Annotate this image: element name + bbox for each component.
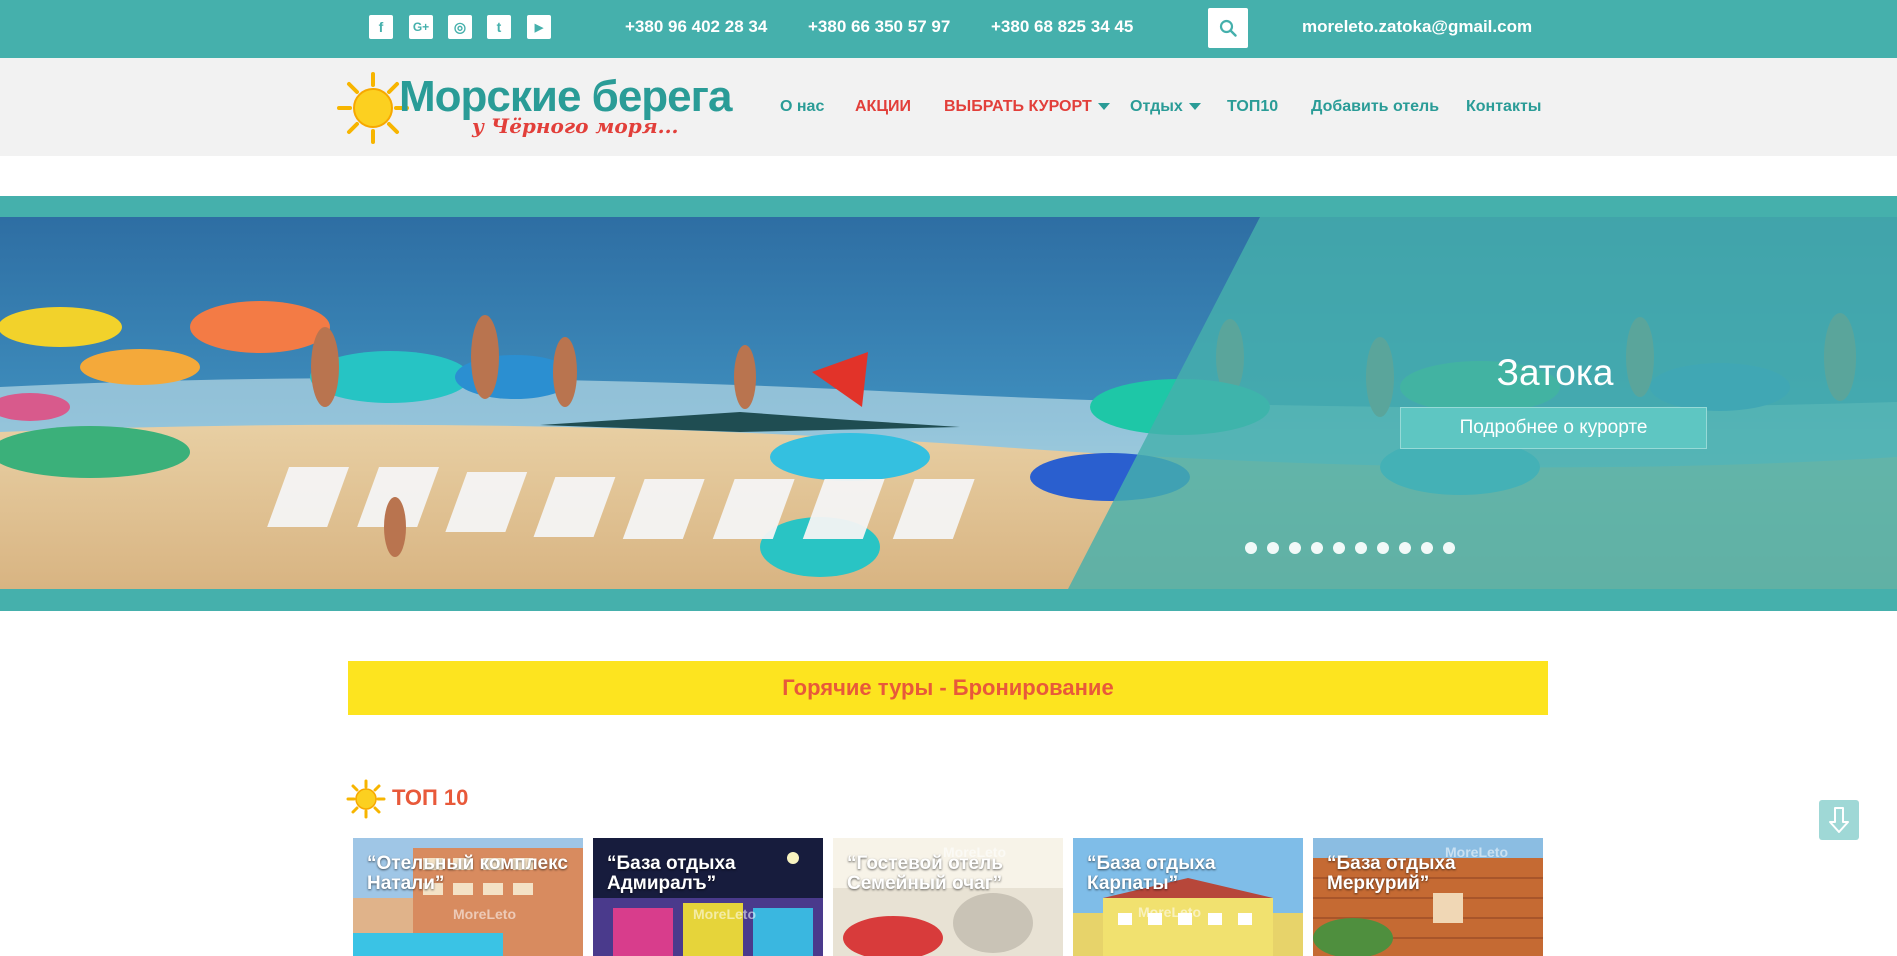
google-plus-icon[interactable]: G+ [409, 15, 433, 39]
nav-contacts[interactable]: Контакты [1466, 98, 1541, 116]
hotel-card[interactable]: “Отельный комплекс Натали” MoreLeto [353, 838, 583, 956]
hero-overlay [1068, 217, 1897, 589]
nav-rest-label: Отдых [1130, 98, 1183, 115]
watermark: MoreLeto [943, 844, 1006, 860]
hotel-card[interactable]: “База отдыха Адмиралъ” MoreLeto [593, 838, 823, 956]
contact-email[interactable]: moreleto.zatoka@gmail.com [1302, 17, 1532, 37]
phone-2[interactable]: +380 66 350 57 97 [808, 17, 950, 37]
hotel-card-title: “Отельный комплекс Натали” [367, 853, 568, 894]
phone-1[interactable]: +380 96 402 28 34 [625, 17, 767, 37]
hotel-card[interactable]: “База отдыха Карпаты” MoreLeto [1073, 838, 1303, 956]
caret-down-icon [1097, 103, 1110, 111]
slider-dot[interactable] [1245, 542, 1257, 554]
top10-heading: ТОП 10 [392, 785, 469, 810]
slider-dot[interactable] [1399, 542, 1411, 554]
hotel-card-title: “База отдыха Меркурий” [1327, 853, 1456, 894]
search-button[interactable] [1208, 8, 1248, 48]
hotel-card-title: “База отдыха Карпаты” [1087, 853, 1216, 894]
watermark: MoreLeto [1445, 844, 1508, 860]
caret-down-icon [1188, 103, 1201, 111]
slider-dot[interactable] [1421, 542, 1433, 554]
slider-dot[interactable] [1311, 542, 1323, 554]
nav-about[interactable]: О нас [780, 98, 824, 116]
logo-subtitle: у Чёрного моря... [472, 114, 679, 138]
slider-dot[interactable] [1333, 542, 1345, 554]
slider-dots [1245, 542, 1455, 554]
instagram-icon[interactable]: ◎ [448, 15, 472, 39]
watermark: MoreLeto [1138, 904, 1201, 920]
top-bar: f G+ ◎ t ▶ +380 96 402 28 34 +380 66 350… [0, 0, 1897, 58]
hot-tours-banner[interactable]: Горячие туры - Бронирование [348, 661, 1548, 715]
sun-icon [346, 779, 386, 819]
slider-dot[interactable] [1377, 542, 1389, 554]
hotel-card-title: “База отдыха Адмиралъ” [607, 853, 736, 894]
slider-dot[interactable] [1355, 542, 1367, 554]
watermark: MoreLeto [693, 906, 756, 922]
arrow-down-icon [1829, 807, 1849, 833]
hotel-card[interactable]: “Гостевой отель Семейный очаг” MoreLeto [833, 838, 1063, 956]
hotel-card[interactable]: “База отдыха Меркурий” MoreLeto [1313, 838, 1543, 956]
watermark: MoreLeto [453, 906, 516, 922]
youtube-icon[interactable]: ▶ [527, 15, 551, 39]
nav-promotions[interactable]: АКЦИИ [855, 98, 911, 116]
nav-top10[interactable]: ТОП10 [1227, 98, 1278, 116]
resort-details-button[interactable]: Подробнее о курорте [1400, 407, 1707, 449]
nav-rest[interactable]: Отдых [1130, 98, 1201, 116]
scroll-down-button[interactable] [1819, 800, 1859, 840]
phone-3[interactable]: +380 68 825 34 45 [991, 17, 1133, 37]
nav-choose-resort[interactable]: ВЫБРАТЬ КУРОРТ [944, 98, 1110, 116]
slider-dot[interactable] [1443, 542, 1455, 554]
slider-dot[interactable] [1267, 542, 1279, 554]
search-icon [1219, 19, 1237, 37]
site-logo[interactable]: Морские берега у Чёрного моря... [337, 72, 732, 144]
nav-add-hotel[interactable]: Добавить отель [1311, 98, 1439, 116]
hotel-card-title: “Гостевой отель Семейный очаг” [847, 853, 1003, 894]
slider-dot[interactable] [1289, 542, 1301, 554]
twitter-icon[interactable]: t [487, 15, 511, 39]
hero-title: Затока [1496, 352, 1614, 393]
nav-choose-resort-label: ВЫБРАТЬ КУРОРТ [944, 98, 1092, 115]
facebook-icon[interactable]: f [369, 15, 393, 39]
